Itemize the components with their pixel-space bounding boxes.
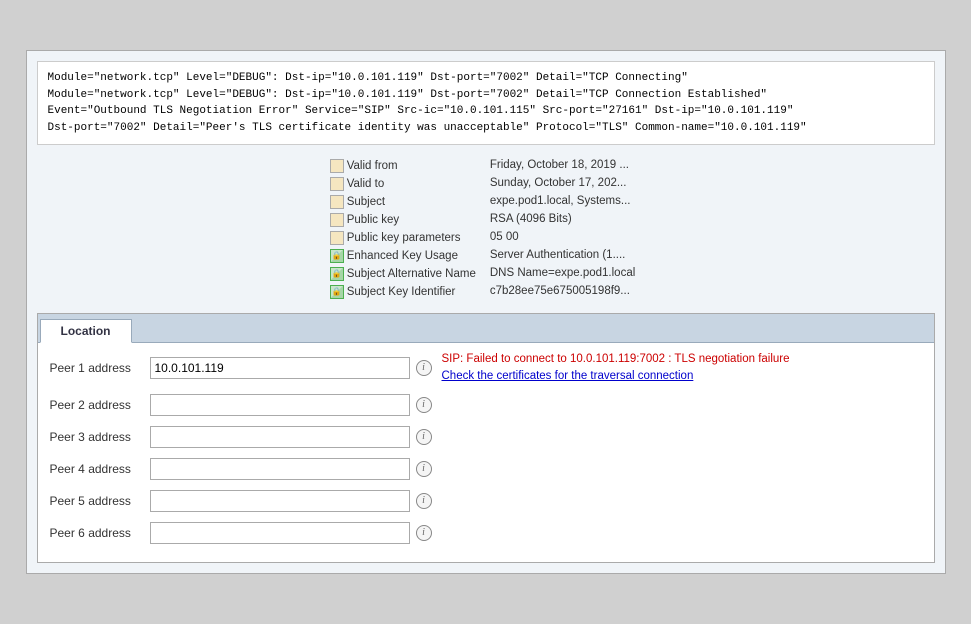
log-line-3: Event="Outbound TLS Negotiation Error" S… bbox=[48, 103, 924, 120]
cert-value-cell: Sunday, October 17, 202... bbox=[486, 175, 645, 193]
peer-label: Peer 4 address bbox=[50, 462, 150, 476]
cert-label-cell: Subject bbox=[326, 193, 486, 211]
peer-row: Peer 4 address i bbox=[50, 458, 922, 480]
peer-2-input[interactable] bbox=[150, 394, 410, 416]
peer-label: Peer 1 address bbox=[50, 361, 150, 375]
cert-row: Public key RSA (4096 Bits) bbox=[326, 211, 646, 229]
peer-label: Peer 5 address bbox=[50, 494, 150, 508]
cert-row: Valid to Sunday, October 17, 202... bbox=[326, 175, 646, 193]
cert-label-text: Valid from bbox=[347, 160, 398, 172]
peer-1-input[interactable] bbox=[150, 357, 410, 379]
peer-label: Peer 2 address bbox=[50, 398, 150, 412]
cert-label-text: Enhanced Key Usage bbox=[347, 250, 458, 262]
cert-label-text: Subject Alternative Name bbox=[347, 268, 476, 280]
cert-shield-icon bbox=[330, 267, 344, 281]
cert-label-cell: Subject Alternative Name bbox=[326, 265, 486, 283]
cert-row: Public key parameters 05 00 bbox=[326, 229, 646, 247]
log-section: Module="network.tcp" Level="DEBUG": Dst-… bbox=[37, 61, 935, 145]
cert-row: Subject expe.pod1.local, Systems... bbox=[326, 193, 646, 211]
cert-shield-icon bbox=[330, 285, 344, 299]
cert-label-cell: Public key bbox=[326, 211, 486, 229]
cert-box-icon bbox=[330, 177, 344, 191]
error-message: SIP: Failed to connect to 10.0.101.119:7… bbox=[442, 351, 790, 383]
cert-value-cell: DNS Name=expe.pod1.local bbox=[486, 265, 645, 283]
log-line-1: Module="network.tcp" Level="DEBUG": Dst-… bbox=[48, 70, 924, 87]
cert-label-text: Subject Key Identifier bbox=[347, 286, 456, 298]
cert-box-icon bbox=[330, 159, 344, 173]
peer-row: Peer 5 address i bbox=[50, 490, 922, 512]
cert-value-cell: Server Authentication (1.... bbox=[486, 247, 645, 265]
cert-row: Subject Key Identifier c7b28ee75e67500519… bbox=[326, 283, 646, 301]
location-content: Peer 1 address i SIP: Failed to connect to… bbox=[38, 343, 934, 561]
cert-label-cell: Subject Key Identifier bbox=[326, 283, 486, 301]
cert-label-cell: Valid from bbox=[326, 157, 486, 175]
info-icon[interactable]: i bbox=[416, 461, 432, 477]
info-icon[interactable]: i bbox=[416, 525, 432, 541]
cert-value-cell: Friday, October 18, 2019 ... bbox=[486, 157, 645, 175]
location-tab[interactable]: Location bbox=[40, 319, 132, 343]
peer-4-input[interactable] bbox=[150, 458, 410, 480]
peer-label: Peer 3 address bbox=[50, 430, 150, 444]
cert-shield-icon bbox=[330, 249, 344, 263]
peer-row: Peer 1 address i SIP: Failed to connect to… bbox=[50, 351, 922, 383]
peer-row: Peer 2 address i bbox=[50, 394, 922, 416]
main-container: Module="network.tcp" Level="DEBUG": Dst-… bbox=[26, 50, 946, 573]
cert-value-cell: 05 00 bbox=[486, 229, 645, 247]
cert-label-text: Subject bbox=[347, 196, 385, 208]
cert-box-icon bbox=[330, 195, 344, 209]
cert-row: Enhanced Key Usage Server Authentication … bbox=[326, 247, 646, 265]
cert-value-cell: c7b28ee75e675005198f9... bbox=[486, 283, 645, 301]
cert-value-cell: RSA (4096 Bits) bbox=[486, 211, 645, 229]
log-line-2: Module="network.tcp" Level="DEBUG": Dst-… bbox=[48, 87, 924, 104]
info-icon[interactable]: i bbox=[416, 397, 432, 413]
peer-5-input[interactable] bbox=[150, 490, 410, 512]
info-icon[interactable]: i bbox=[416, 429, 432, 445]
cert-label-text: Public key bbox=[347, 214, 399, 226]
error-link[interactable]: Check the certificates for the traversal… bbox=[442, 370, 694, 382]
cert-label-text: Valid to bbox=[347, 178, 385, 190]
cert-label-text: Public key parameters bbox=[347, 232, 461, 244]
cert-label-cell: Valid to bbox=[326, 175, 486, 193]
cert-table: Valid fromFriday, October 18, 2019 ...Va… bbox=[326, 157, 646, 301]
info-icon[interactable]: i bbox=[416, 360, 432, 376]
peer-3-input[interactable] bbox=[150, 426, 410, 448]
cert-row: Valid from Friday, October 18, 2019 ... bbox=[326, 157, 646, 175]
cert-value-cell: expe.pod1.local, Systems... bbox=[486, 193, 645, 211]
cert-label-cell: Enhanced Key Usage bbox=[326, 247, 486, 265]
cert-row: Subject Alternative Name DNS Name=expe.po… bbox=[326, 265, 646, 283]
cert-label-cell: Public key parameters bbox=[326, 229, 486, 247]
log-line-4: Dst-port="7002" Detail="Peer's TLS certi… bbox=[48, 120, 924, 137]
cert-box-icon bbox=[330, 213, 344, 227]
cert-box-icon bbox=[330, 231, 344, 245]
tab-bar: Location bbox=[38, 314, 934, 343]
peer-row: Peer 3 address i bbox=[50, 426, 922, 448]
peer-row: Peer 6 address i bbox=[50, 522, 922, 544]
peer-label: Peer 6 address bbox=[50, 526, 150, 540]
peer-6-input[interactable] bbox=[150, 522, 410, 544]
location-section: Location Peer 1 address i SIP: Failed to c… bbox=[37, 313, 935, 562]
error-text: SIP: Failed to connect to 10.0.101.119:7… bbox=[442, 353, 790, 365]
info-icon[interactable]: i bbox=[416, 493, 432, 509]
